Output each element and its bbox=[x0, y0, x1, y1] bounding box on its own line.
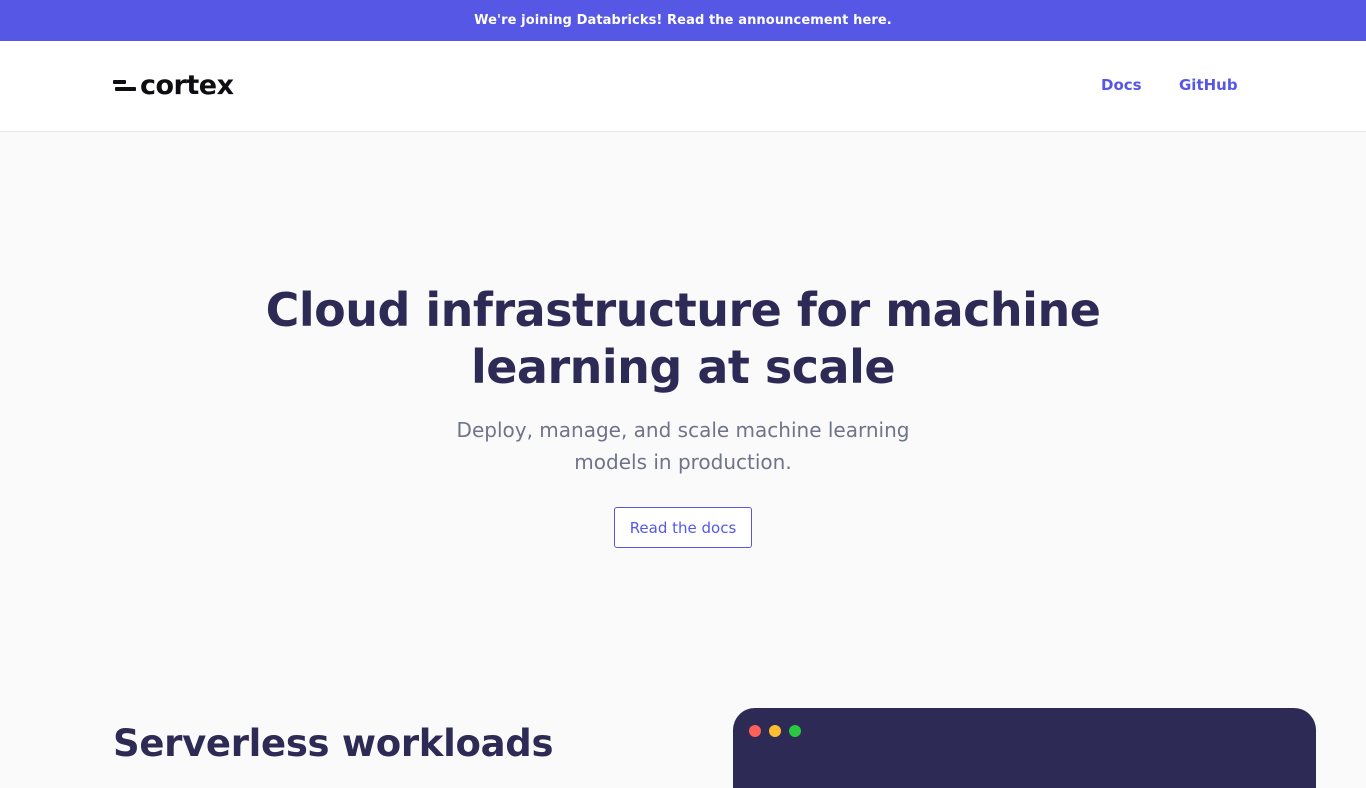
top-navbar: cortex Docs GitHub bbox=[0, 41, 1366, 132]
terminal-window bbox=[733, 708, 1316, 788]
cortex-logo[interactable]: cortex bbox=[113, 71, 234, 101]
announcement-banner[interactable]: We're joining Databricks! Read the annou… bbox=[0, 0, 1366, 41]
hero-subtitle: Deploy, manage, and scale machine learni… bbox=[456, 418, 910, 474]
section-heading-serverless: Serverless workloads bbox=[113, 722, 554, 765]
read-docs-button[interactable]: Read the docs bbox=[614, 507, 752, 548]
nav-link-docs[interactable]: Docs bbox=[1101, 76, 1142, 94]
cortex-logo-icon bbox=[113, 77, 136, 95]
nav-link-github[interactable]: GitHub bbox=[1179, 76, 1238, 94]
window-maximize-dot-icon bbox=[789, 725, 801, 737]
logo-text: cortex bbox=[140, 70, 234, 101]
window-minimize-dot-icon bbox=[769, 725, 781, 737]
hero-title: Cloud infrastructure for machine learnin… bbox=[265, 283, 1101, 394]
announcement-text[interactable]: We're joining Databricks! Read the annou… bbox=[474, 13, 892, 28]
window-close-dot-icon bbox=[749, 725, 761, 737]
